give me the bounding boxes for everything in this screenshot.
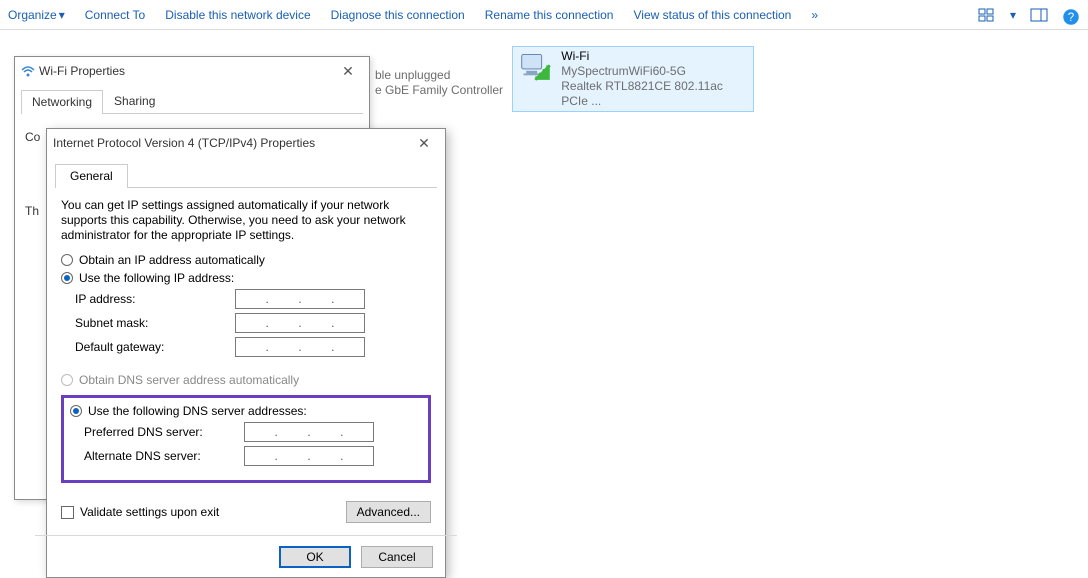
field-gateway: Default gateway: ... <box>75 337 431 357</box>
radio-obtain-ip[interactable]: Obtain an IP address automatically <box>61 253 431 267</box>
validate-row: Validate settings upon exit Advanced... <box>61 501 431 523</box>
field-ip-address: IP address: ... <box>75 289 431 309</box>
field-subnet: Subnet mask: ... <box>75 313 431 333</box>
connection-adapter: Realtek RTL8821CE 802.11ac PCIe ... <box>561 79 747 109</box>
ipv4-tabs: General <box>55 163 437 188</box>
dns-highlight-box: Use the following DNS server addresses: … <box>61 395 431 483</box>
connection-item-wifi[interactable]: Wi-Fi MySpectrumWiFi60-5G Realtek RTL882… <box>512 46 754 112</box>
toolbar-view-status[interactable]: View status of this connection <box>633 8 791 22</box>
ip-input[interactable]: ... <box>235 313 365 333</box>
help-icon[interactable]: ? <box>1062 8 1080 22</box>
ip-input[interactable]: ... <box>235 337 365 357</box>
wifi-icon <box>21 64 35 78</box>
checkbox-validate[interactable] <box>61 506 74 519</box>
field-label: Subnet mask: <box>75 316 235 330</box>
dropdown-icon: ▾ <box>59 8 65 22</box>
radio-icon <box>61 374 73 386</box>
wifi-tabs: Networking Sharing <box>21 89 363 114</box>
toolbar-more[interactable]: » <box>811 8 818 22</box>
dialog-title-text: Internet Protocol Version 4 (TCP/IPv4) P… <box>53 136 315 150</box>
view-options-icon[interactable] <box>978 8 996 22</box>
radio-label: Obtain DNS server address automatically <box>79 373 299 387</box>
dialog-titlebar[interactable]: Internet Protocol Version 4 (TCP/IPv4) P… <box>47 129 445 157</box>
ip-input[interactable]: ... <box>244 422 374 442</box>
cancel-button[interactable]: Cancel <box>361 546 433 568</box>
checkbox-label: Validate settings upon exit <box>80 505 219 519</box>
radio-label: Obtain an IP address automatically <box>79 253 265 267</box>
toolbar-rename[interactable]: Rename this connection <box>485 8 614 22</box>
preview-pane-icon[interactable] <box>1030 8 1048 22</box>
dropdown-icon[interactable]: ▾ <box>1010 8 1016 22</box>
toolbar-connect-to[interactable]: Connect To <box>85 8 146 22</box>
radio-icon <box>61 272 73 284</box>
toolbar-organize[interactable]: Organize ▾ <box>8 8 65 22</box>
ipv4-body: You can get IP settings assigned automat… <box>47 188 445 529</box>
network-adapter-icon <box>519 49 555 89</box>
tab-general[interactable]: General <box>55 164 128 188</box>
field-label: Default gateway: <box>75 340 235 354</box>
toolbar-diagnose[interactable]: Diagnose this connection <box>331 8 465 22</box>
fragment-text: e GbE Family Controller <box>375 83 503 97</box>
field-label: Preferred DNS server: <box>84 425 244 439</box>
tab-networking[interactable]: Networking <box>21 90 103 114</box>
close-icon[interactable]: ✕ <box>409 135 439 152</box>
ok-button[interactable]: OK <box>279 546 351 568</box>
advanced-button[interactable]: Advanced... <box>346 501 431 523</box>
radio-obtain-dns: Obtain DNS server address automatically <box>61 373 431 387</box>
fragment-text: ble unplugged <box>375 68 450 82</box>
radio-label: Use the following DNS server addresses: <box>88 404 307 418</box>
toolbar-organize-label: Organize <box>8 8 57 22</box>
toolbar: Organize ▾ Connect To Disable this netwo… <box>0 0 1088 30</box>
radio-use-ip[interactable]: Use the following IP address: <box>61 271 431 285</box>
ip-input[interactable]: ... <box>235 289 365 309</box>
connection-ssid: MySpectrumWiFi60-5G <box>561 64 747 79</box>
field-label: IP address: <box>75 292 235 306</box>
dialog-ipv4-properties: Internet Protocol Version 4 (TCP/IPv4) P… <box>46 128 446 578</box>
radio-icon <box>70 405 82 417</box>
radio-icon <box>61 254 73 266</box>
field-preferred-dns: Preferred DNS server: ... <box>84 422 422 442</box>
connection-name: Wi-Fi <box>561 49 747 64</box>
radio-label: Use the following IP address: <box>79 271 234 285</box>
main-area: ble unplugged e GbE Family Controller Wi… <box>0 30 1088 552</box>
toolbar-disable[interactable]: Disable this network device <box>165 8 310 22</box>
tab-sharing[interactable]: Sharing <box>103 89 166 113</box>
field-label: Alternate DNS server: <box>84 449 244 463</box>
description-text: You can get IP settings assigned automat… <box>61 198 431 243</box>
radio-use-dns[interactable]: Use the following DNS server addresses: <box>70 404 422 418</box>
dialog-title-text: Wi-Fi Properties <box>39 64 125 78</box>
dialog-titlebar[interactable]: Wi-Fi Properties ✕ <box>15 57 369 85</box>
field-alternate-dns: Alternate DNS server: ... <box>84 446 422 466</box>
dialog-buttons: OK Cancel <box>47 536 445 578</box>
svg-text:?: ? <box>1068 11 1074 23</box>
ip-input[interactable]: ... <box>244 446 374 466</box>
close-icon[interactable]: ✕ <box>333 63 363 80</box>
connection-text: Wi-Fi MySpectrumWiFi60-5G Realtek RTL882… <box>561 49 747 109</box>
toolbar-right: ▾ ? <box>978 8 1080 22</box>
